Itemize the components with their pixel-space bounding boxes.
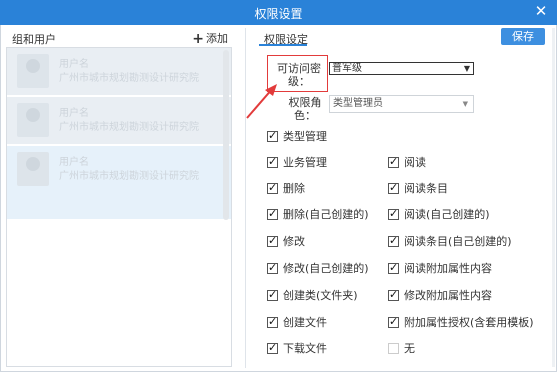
permission-label: 创建文件 [283,316,327,329]
permission-label: 删除 [283,182,305,195]
checkbox-checked-icon[interactable] [388,207,399,221]
permission-label: 创建类(文件夹) [283,289,358,302]
avatar [17,103,49,137]
checkbox-checked-icon[interactable] [267,341,278,355]
permission-label: 阅读 [404,156,426,169]
permission-label: 阅读条目(自己创建的) [404,235,512,248]
list-scrollbar[interactable] [223,50,229,220]
checkbox-checked-icon[interactable] [267,288,278,302]
user-name: 用户名 [59,108,89,119]
permission-label: 业务管理 [283,156,327,169]
checkbox-checked-icon[interactable] [388,155,399,169]
title-bar: 权限设置 ✕ [0,0,557,25]
access-level-label: 可访问密级： [277,62,321,88]
permission-label: 附加属性授权(含套用模板) [404,316,534,329]
close-icon[interactable]: ✕ [533,3,549,19]
user-org: 广州市城市规划勘测设计研究院 [59,73,199,84]
role-select[interactable]: 类型管理员 ▼ [329,95,474,113]
list-item[interactable]: 用户名 广州市城市规划勘测设计研究院 [7,97,231,144]
permission-label: 下载文件 [283,342,327,355]
checkbox-checked-icon[interactable] [267,181,278,195]
role-label: 权限角色： [288,96,322,122]
checkbox-checked-icon[interactable] [388,261,399,275]
checkbox-checked-icon[interactable] [267,261,278,275]
user-org: 广州市城市规划勘测设计研究院 [59,122,199,133]
user-list[interactable]: 用户名 广州市城市规划勘测设计研究院 用户名 广州市城市规划勘测设计研究院 用户… [6,47,232,367]
permission-label: 修改 [283,235,305,248]
user-org: 广州市城市规划勘测设计研究院 [59,171,199,182]
left-panel-header: 组和用户 + 添加 [6,30,232,47]
panel-divider [245,28,246,368]
role-value: 类型管理员 [333,98,383,109]
checkbox-checked-icon[interactable] [267,315,278,329]
checkbox-checked-icon[interactable] [388,181,399,195]
dropdown-arrow-icon: ▼ [463,64,470,73]
permission-label: 删除(自己创建的) [283,208,369,221]
checkbox-checked-icon[interactable] [267,207,278,221]
permission-label: 类型管理 [283,130,327,143]
tab-underline [8,14,58,16]
permission-label: 阅读条目 [404,182,448,195]
avatar [17,152,49,186]
checkbox-checked-icon[interactable] [267,155,278,169]
access-level-select[interactable]: 普军级 ▼ [329,62,474,75]
avatar [17,54,49,88]
checkbox-checked-icon[interactable] [388,315,399,329]
plus-icon: + [192,31,204,47]
permission-label: 阅读(自己创建的) [404,208,490,221]
save-button[interactable]: 保存 [501,28,545,45]
dropdown-arrow-icon: ▼ [462,100,468,108]
window-title: 权限设置 [254,7,303,21]
permission-label: 无 [404,342,415,355]
list-item[interactable]: 用户名 广州市城市规划勘测设计研究院 [7,146,231,219]
access-level-value: 普军级 [332,63,362,74]
permission-label: 阅读附加属性内容 [404,262,492,275]
tab-groups-users[interactable]: 组和用户 [12,31,56,47]
permission-label: 修改附加属性内容 [404,289,492,302]
checkbox-checked-icon[interactable] [388,288,399,302]
user-name: 用户名 [59,157,89,168]
checkbox-unchecked-icon[interactable] [388,343,399,354]
list-item[interactable]: 用户名 广州市城市规划勘测设计研究院 [7,48,231,95]
checkbox-checked-icon[interactable] [267,129,278,143]
tab-underline [259,44,307,46]
permission-label: 修改(自己创建的) [283,262,369,275]
add-button-label: 添加 [206,32,228,45]
user-name: 用户名 [59,59,89,70]
panel-scrollbar[interactable] [552,28,555,367]
checkbox-checked-icon[interactable] [267,234,278,248]
checkbox-checked-icon[interactable] [388,234,399,248]
add-button[interactable]: + 添加 [192,30,228,46]
annotation-arrow-icon [246,84,277,119]
